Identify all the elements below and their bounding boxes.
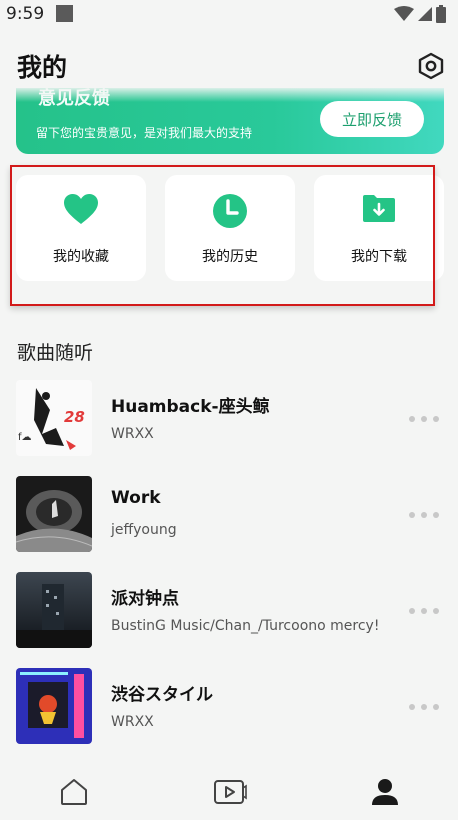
notification-icon [56,5,73,22]
nav-video[interactable] [200,772,260,812]
profile-icon [372,779,398,805]
song-row[interactable]: 渋谷スタイル WRXX [0,668,458,748]
battery-icon [436,5,446,23]
song-artist: jeffyoung [111,522,177,538]
album-cover: 28 f☁ [16,380,92,456]
feedback-button[interactable]: 立即反馈 [320,101,424,137]
more-options-button[interactable] [409,604,439,618]
banner-subtitle: 留下您的宝贵意见，是对我们最大的支持 [36,126,253,140]
song-row[interactable]: Work jeffyoung [0,476,458,556]
top-bar: 我的 [0,40,458,90]
home-icon [61,779,87,805]
album-cover [16,668,92,744]
status-time: 9:59 [6,4,45,24]
section-title: 歌曲随听 [17,342,94,364]
song-artist: WRXX [111,714,154,730]
song-row[interactable]: 派对钟点 BustinG Music/Chan_/Turcoono mercy! [0,572,458,652]
nav-profile[interactable] [355,772,415,812]
song-artist: WRXX [111,426,154,442]
bottom-nav [0,764,458,820]
album-cover [16,572,92,648]
page-title: 我的 [17,53,68,82]
scroll-fade [0,86,458,102]
status-bar: 9:59 [0,0,458,28]
song-title: 渋谷スタイル [111,685,213,705]
signal-icon [418,7,432,21]
svg-text:28: 28 [64,408,85,426]
video-icon [214,780,247,804]
status-icons [394,4,446,24]
song-row[interactable]: 28 f☁ Huamback-座头鲸 WRXX [0,380,458,460]
album-cover [16,476,92,552]
settings-hexagon-icon [418,52,444,80]
song-title: Huamback-座头鲸 [111,397,270,417]
song-title: Work [111,488,161,508]
more-options-button[interactable] [409,412,439,426]
more-options-button[interactable] [409,700,439,714]
highlight-box [10,165,435,306]
song-title: 派对钟点 [111,589,179,609]
more-options-button[interactable] [409,508,439,522]
song-artist: BustinG Music/Chan_/Turcoono mercy! [111,618,380,634]
nav-home[interactable] [44,772,104,812]
settings-button[interactable] [414,49,448,83]
wifi-icon [394,6,414,21]
svg-text:f☁: f☁ [18,432,32,443]
